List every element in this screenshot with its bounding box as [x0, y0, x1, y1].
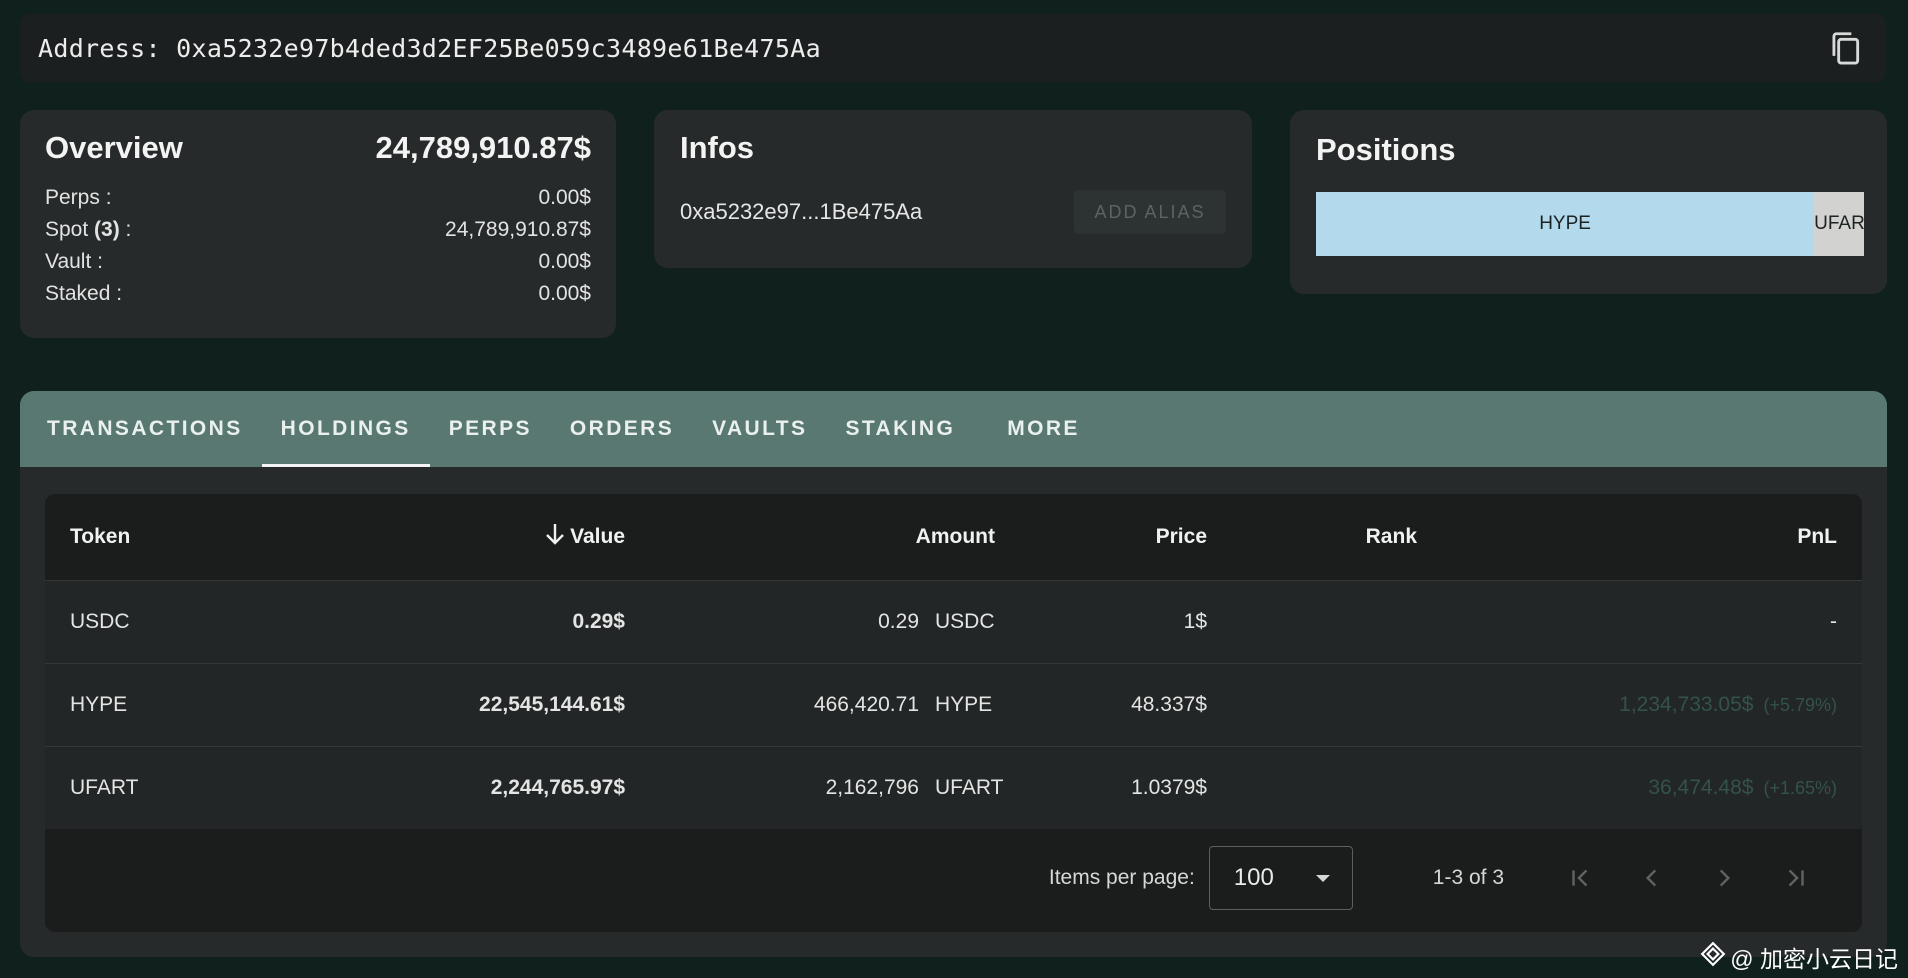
- cell-price: 1.0379$: [1020, 745, 1232, 829]
- address-bar: Address: 0xa5232e97b4ded3d2EF25Be059c348…: [20, 14, 1886, 82]
- column-header-value-label: Value: [570, 524, 625, 548]
- column-header-pnl[interactable]: PnL: [1442, 494, 1862, 580]
- overview-row-value: 0.00$: [538, 282, 591, 305]
- tab-staking[interactable]: STAKING: [826, 391, 974, 467]
- overview-card: Overview 24,789,910.87$ Perps : 0.00$ Sp…: [20, 110, 616, 338]
- cell-price: 48.337$: [1020, 662, 1232, 746]
- infos-card: Infos 0xa5232e97...1Be475Aa ADD ALIAS: [654, 110, 1252, 268]
- holdings-table-container: Token Value Amount Price Rank PnL USDC 0…: [45, 494, 1862, 932]
- overview-row-spot: Spot (3) : 24,789,910.87$: [45, 214, 591, 246]
- overview-row-label: Perps :: [45, 186, 112, 209]
- positions-title: Positions: [1316, 132, 1456, 167]
- column-header-amount[interactable]: Amount: [650, 494, 1020, 580]
- overview-row-value: 0.00$: [538, 250, 591, 273]
- address-text: Address: 0xa5232e97b4ded3d2EF25Be059c348…: [38, 34, 821, 63]
- cell-rank: [1232, 745, 1442, 829]
- column-header-rank[interactable]: Rank: [1232, 494, 1442, 580]
- cell-amount-symbol: UFART: [935, 775, 1004, 799]
- position-segment-ufart[interactable]: UFART: [1814, 192, 1864, 256]
- holdings-panel: TRANSACTIONS HOLDINGS PERPS ORDERS VAULT…: [20, 391, 1887, 957]
- copy-icon[interactable]: [1826, 29, 1864, 67]
- address-label: Address:: [38, 33, 161, 63]
- positions-card: Positions HYPE UFART: [1290, 110, 1887, 294]
- cell-pnl: 36,474.48$ (+1.65%): [1442, 745, 1862, 829]
- cell-value: 0.29$: [305, 579, 650, 663]
- previous-page-icon[interactable]: [1616, 854, 1688, 902]
- next-page-icon[interactable]: [1688, 854, 1760, 902]
- cell-pnl: 1,234,733.05$ (+5.79%): [1442, 662, 1862, 746]
- tab-perps[interactable]: PERPS: [430, 391, 551, 467]
- pagination: Items per page: 100 1-3 of 3: [45, 829, 1862, 927]
- first-page-icon[interactable]: [1544, 854, 1616, 902]
- column-header-price[interactable]: Price: [1020, 494, 1232, 580]
- watermark-logo-icon: [1700, 941, 1726, 973]
- overview-row-vault: Vault : 0.00$: [45, 246, 591, 278]
- column-header-token[interactable]: Token: [45, 494, 305, 580]
- position-segment-hype[interactable]: HYPE: [1316, 192, 1815, 256]
- cell-rank: [1232, 662, 1442, 746]
- table-row[interactable]: UFART 2,244,765.97$ 2,162,796 UFART 1.037…: [45, 745, 1862, 829]
- overview-total: 24,789,910.87$: [375, 130, 592, 165]
- watermark-text: @ 加密小云日记: [1730, 946, 1898, 972]
- holdings-table: Token Value Amount Price Rank PnL USDC 0…: [45, 494, 1862, 829]
- overview-row-perps: Perps : 0.00$: [45, 182, 591, 214]
- cell-price: 1$: [1020, 579, 1232, 663]
- pagination-range: 1-3 of 3: [1432, 866, 1504, 889]
- infos-short-address: 0xa5232e97...1Be475Aa: [680, 199, 923, 224]
- cell-value: 2,244,765.97$: [305, 745, 650, 829]
- overview-row-label: Spot (3) :: [45, 218, 132, 241]
- tab-transactions[interactable]: TRANSACTIONS: [28, 391, 262, 467]
- tab-vaults[interactable]: VAULTS: [693, 391, 826, 467]
- cell-amount: 2,162,796 UFART: [650, 745, 1020, 829]
- items-per-page-select[interactable]: 100: [1208, 846, 1353, 910]
- address-value[interactable]: 0xa5232e97b4ded3d2EF25Be059c3489e61Be475…: [176, 34, 821, 63]
- cell-pnl: -: [1442, 579, 1862, 663]
- infos-title: Infos: [680, 130, 755, 165]
- cell-token: UFART: [45, 745, 305, 829]
- overview-row-label: Vault :: [45, 250, 103, 273]
- overview-row-staked: Staked : 0.00$: [45, 278, 591, 310]
- overview-row-label: Staked :: [45, 282, 123, 305]
- add-alias-button[interactable]: ADD ALIAS: [1074, 190, 1226, 234]
- table-row[interactable]: HYPE 22,545,144.61$ 466,420.71 HYPE 48.33…: [45, 662, 1862, 746]
- overview-row-value: 24,789,910.87$: [445, 218, 591, 241]
- tab-holdings[interactable]: HOLDINGS: [261, 391, 430, 467]
- last-page-icon[interactable]: [1760, 854, 1832, 902]
- items-per-page-label: Items per page:: [1048, 866, 1195, 889]
- sort-down-arrow-icon: [544, 522, 566, 552]
- cell-amount: 0.29 USDC: [650, 579, 1020, 663]
- tab-more[interactable]: MORE: [988, 391, 1099, 467]
- cell-value: 22,545,144.61$: [305, 662, 650, 746]
- spot-count: (3): [94, 218, 120, 241]
- table-row[interactable]: USDC 0.29$ 0.29 USDC 1$ -: [45, 579, 1862, 663]
- positions-bar: HYPE UFART: [1316, 192, 1864, 256]
- cell-amount-symbol: HYPE: [935, 692, 993, 716]
- cell-amount-symbol: USDC: [935, 609, 995, 633]
- watermark: @ 加密小云日记: [1700, 940, 1898, 974]
- cell-rank: [1232, 579, 1442, 663]
- cell-token: HYPE: [45, 662, 305, 746]
- tab-orders[interactable]: ORDERS: [551, 391, 693, 467]
- overview-title: Overview: [45, 130, 183, 165]
- column-header-value[interactable]: Value: [305, 494, 650, 580]
- tab-bar: TRANSACTIONS HOLDINGS PERPS ORDERS VAULT…: [20, 391, 1887, 467]
- overview-row-value: 0.00$: [538, 186, 591, 209]
- cell-token: USDC: [45, 579, 305, 663]
- items-per-page-value: 100: [1233, 864, 1274, 891]
- dropdown-caret-icon: [1315, 874, 1330, 882]
- table-header-row: Token Value Amount Price Rank PnL: [45, 494, 1862, 580]
- cell-amount: 466,420.71 HYPE: [650, 662, 1020, 746]
